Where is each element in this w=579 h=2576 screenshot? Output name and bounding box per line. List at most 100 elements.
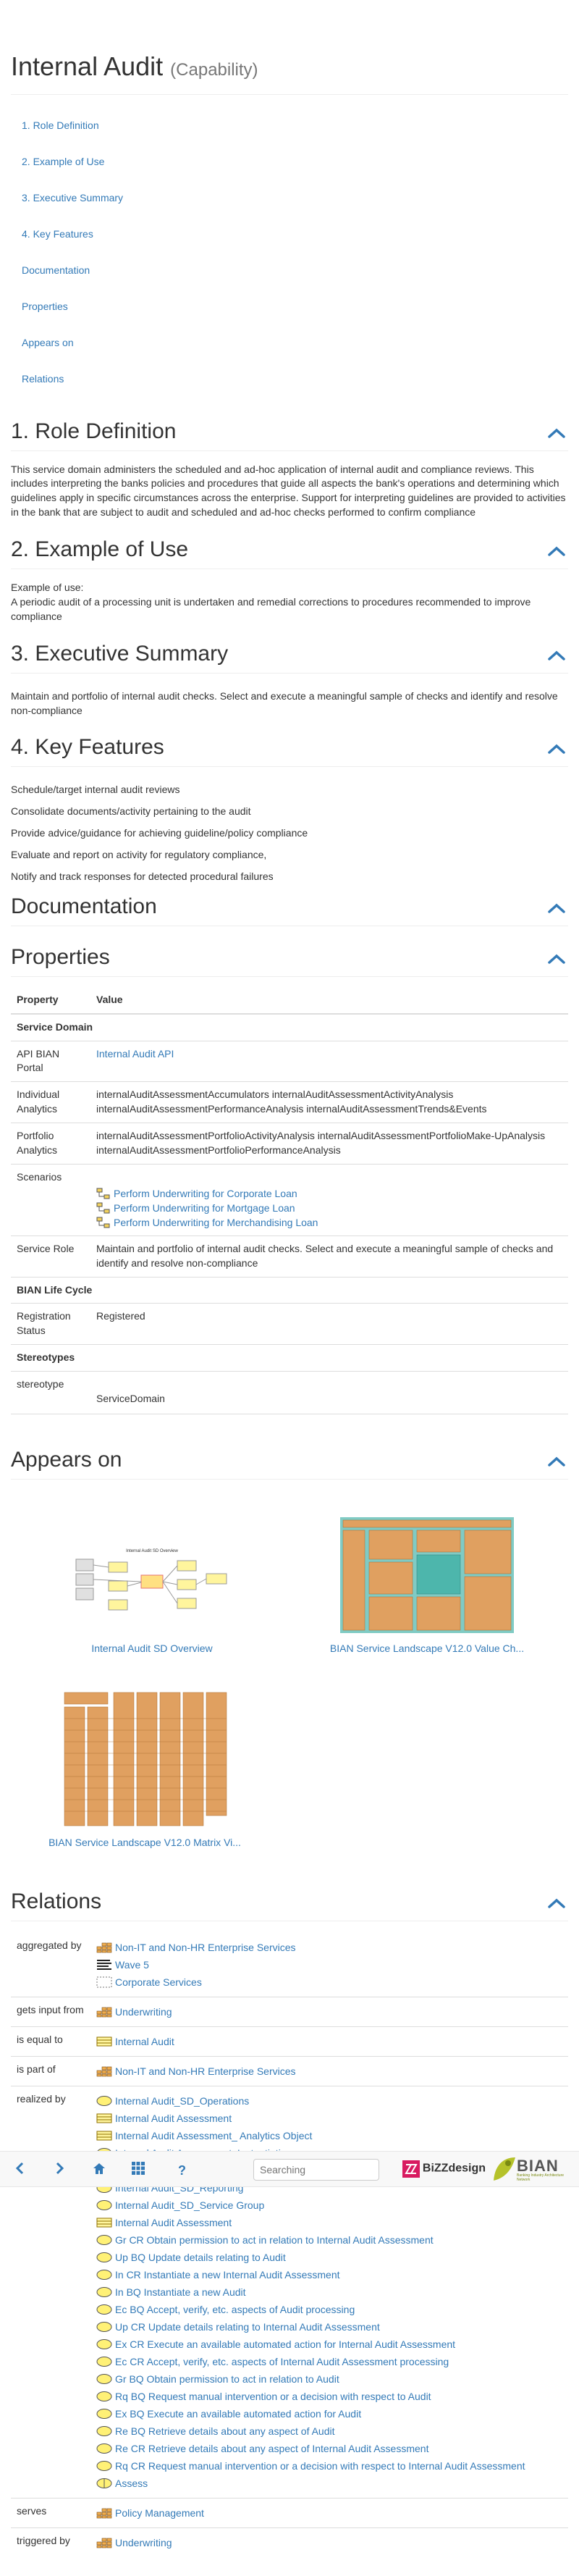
toc-link-key-features[interactable]: 4. Key Features (22, 228, 93, 240)
relation-link[interactable]: Assess (96, 2475, 562, 2492)
relation-link[interactable]: In CR Instantiate a new Internal Audit A… (96, 2266, 562, 2283)
relation-link[interactable]: Re BQ Retrieve details about any aspect … (96, 2422, 562, 2440)
section-heading: 1. Role Definition (11, 419, 568, 451)
scenario-link[interactable]: Perform Underwriting for Merchandising L… (96, 1215, 562, 1230)
diagram-thumbnail[interactable]: BIAN Service Landscape V12.0 Matrix Vi..… (47, 1689, 242, 1850)
scenario-link[interactable]: Perform Underwriting for Corporate Loan (96, 1186, 562, 1201)
chevron-up-icon[interactable] (548, 428, 565, 438)
help-icon[interactable]: ? (178, 2162, 186, 2181)
chevron-left-icon[interactable] (14, 2162, 25, 2175)
bars-black-icon (97, 1959, 111, 1970)
relation-link[interactable]: Re CR Retrieve details about any aspect … (96, 2440, 562, 2457)
toc-link-documentation[interactable]: Documentation (22, 264, 90, 276)
chevron-up-icon[interactable] (548, 744, 565, 755)
relation-link-label: Internal Audit (115, 2035, 174, 2047)
relations-table-body: aggregated by Non-IT and Non-HR Enterpris… (11, 1933, 568, 2557)
relation-link[interactable]: Corporate Services (96, 1973, 562, 1991)
diagram-caption-link[interactable]: BIAN Service Landscape V12.0 Matrix Vi..… (47, 1836, 242, 1850)
relation-link-label: Rq CR Request manual intervention or a d… (115, 2459, 525, 2472)
toc-item: Documentation (22, 256, 568, 292)
grid-orange-icon (96, 2508, 112, 2519)
relation-link[interactable]: Internal Audit_SD_Service Group (96, 2197, 562, 2214)
relation-link[interactable]: Rq CR Request manual intervention or a d… (96, 2457, 562, 2475)
diagram-preview-image: Internal Audit SD Overview (69, 1545, 235, 1633)
relation-link[interactable]: Internal Audit Assessment_ Analytics Obj… (96, 2127, 562, 2144)
relation-row: triggered by Underwriting (11, 2527, 568, 2557)
toc-link-appears-on[interactable]: Appears on (22, 337, 74, 348)
example-label: Example of use: (11, 582, 84, 594)
oval-yellow-icon (96, 2234, 112, 2245)
oval-yellow-icon (96, 2443, 112, 2454)
scenario-label: Perform Underwriting for Corporate Loan (114, 1187, 297, 1199)
relation-link[interactable]: Underwriting (96, 2003, 562, 2021)
oval-yellow-icon (96, 2199, 112, 2210)
relation-link[interactable]: Ec BQ Accept, verify, etc. aspects of Au… (96, 2301, 562, 2318)
api-portal-link[interactable]: Internal Audit API (96, 1048, 174, 1060)
relation-link[interactable]: Up BQ Update details relating to Audit (96, 2249, 562, 2266)
relation-link[interactable]: Non-IT and Non-HR Enterprise Services (96, 1939, 562, 1956)
section-heading: Relations (11, 1889, 568, 1921)
diagram-thumbnail[interactable]: BIAN Service Landscape V12.0 Value Ch... (329, 1516, 525, 1656)
relation-link[interactable]: Non-IT and Non-HR Enterprise Services (96, 2063, 562, 2080)
properties-table: Property Value Service Domain API BIAN Po… (11, 986, 568, 1414)
relation-link[interactable]: Internal Audit Assessment (96, 2214, 562, 2231)
toc-link-relations[interactable]: Relations (22, 373, 64, 385)
diagram-preview-image (340, 1516, 514, 1633)
section-heading-text: Properties (11, 944, 110, 969)
relation-link[interactable]: In BQ Instantiate a new Audit (96, 2283, 562, 2301)
relation-link[interactable]: Internal Audit (96, 2033, 562, 2050)
page-title-text: Internal Audit (11, 51, 164, 81)
property-value: Registered (90, 1303, 568, 1345)
relation-link[interactable]: Up CR Update details relating to Interna… (96, 2318, 562, 2336)
table-group-row: Stereotypes (11, 1344, 568, 1372)
relation-link[interactable]: Ec CR Accept, verify, etc. aspects of In… (96, 2353, 562, 2370)
chevron-up-icon[interactable] (548, 903, 565, 913)
group-lifecycle: BIAN Life Cycle (11, 1276, 568, 1304)
relation-link-label: Gr CR Obtain permission to act in relati… (115, 2233, 434, 2246)
grid-icon[interactable] (132, 2162, 145, 2175)
relation-link[interactable]: Policy Management (96, 2504, 562, 2522)
diagram-caption-link[interactable]: BIAN Service Landscape V12.0 Value Ch... (329, 1642, 525, 1656)
relation-targets: Non-IT and Non-HR Enterprise Services Wav… (90, 1933, 568, 1997)
chevron-up-icon[interactable] (548, 650, 565, 660)
relation-link[interactable]: Underwriting (96, 2534, 562, 2551)
relation-link[interactable]: Internal Audit Assessment (96, 2110, 562, 2127)
section-role-definition: 1. Role Definition This service domain a… (11, 419, 568, 521)
table-row: Service Role Maintain and portfolio of in… (11, 1235, 568, 1277)
relation-link[interactable]: Ex CR Execute an available automated act… (96, 2336, 562, 2353)
chevron-right-icon[interactable] (55, 2162, 65, 2175)
section-body: Maintain and portfolio of internal audit… (11, 674, 568, 718)
chevron-up-icon[interactable] (548, 1898, 565, 1908)
relation-link[interactable]: Gr CR Obtain permission to act in relati… (96, 2231, 562, 2249)
diagram-thumbnail[interactable]: Internal Audit SD Overview Internal Audi… (54, 1545, 250, 1656)
chevron-up-icon[interactable] (548, 546, 565, 556)
section-heading-text: 1. Role Definition (11, 419, 177, 443)
relation-row: is part of Non-IT and Non-HR Enterprise S… (11, 2055, 568, 2086)
oval-yellow-icon (96, 2356, 112, 2367)
toc-link-executive-summary[interactable]: 3. Executive Summary (22, 192, 123, 204)
relation-link[interactable]: Gr BQ Obtain permission to act in relati… (96, 2370, 562, 2388)
table-row: stereotype ServiceDomain (11, 1371, 568, 1414)
bian-logo[interactable]: BIAN Banking Industry Architecture Netwo… (492, 2155, 578, 2185)
key-feature-item: Evaluate and report on activity for regu… (11, 849, 267, 861)
home-icon[interactable] (93, 2162, 106, 2175)
toc-link-example-of-use[interactable]: 2. Example of Use (22, 156, 104, 167)
relation-link[interactable]: Wave 5 (96, 1956, 562, 1973)
chevron-up-icon[interactable] (548, 1456, 565, 1467)
chevron-up-icon[interactable] (548, 954, 565, 964)
table-group-row: Service Domain (11, 1013, 568, 1041)
scenario-link[interactable]: Perform Underwriting for Mortgage Loan (96, 1201, 562, 1215)
relation-link[interactable]: Rq BQ Request manual intervention or a d… (96, 2388, 562, 2405)
relation-link[interactable]: Ex BQ Execute an available automated act… (96, 2405, 562, 2422)
toc-link-role-definition[interactable]: 1. Role Definition (22, 119, 99, 131)
section-example-of-use: 2. Example of Use Example of use: A peri… (11, 537, 568, 624)
diagram-caption-link[interactable]: Internal Audit SD Overview (54, 1642, 250, 1656)
toc-link-properties[interactable]: Properties (22, 301, 68, 312)
search-input[interactable] (253, 2159, 379, 2181)
relation-link-label: Assess (115, 2477, 148, 2489)
table-yellow-icon (96, 2036, 112, 2047)
oval-yellow-icon (96, 2338, 112, 2349)
bizzdesign-logo[interactable]: BiZZdesign (402, 2160, 486, 2179)
toc-item: Appears on (22, 328, 568, 364)
relation-link[interactable]: Internal Audit_SD_Operations (96, 2092, 562, 2110)
